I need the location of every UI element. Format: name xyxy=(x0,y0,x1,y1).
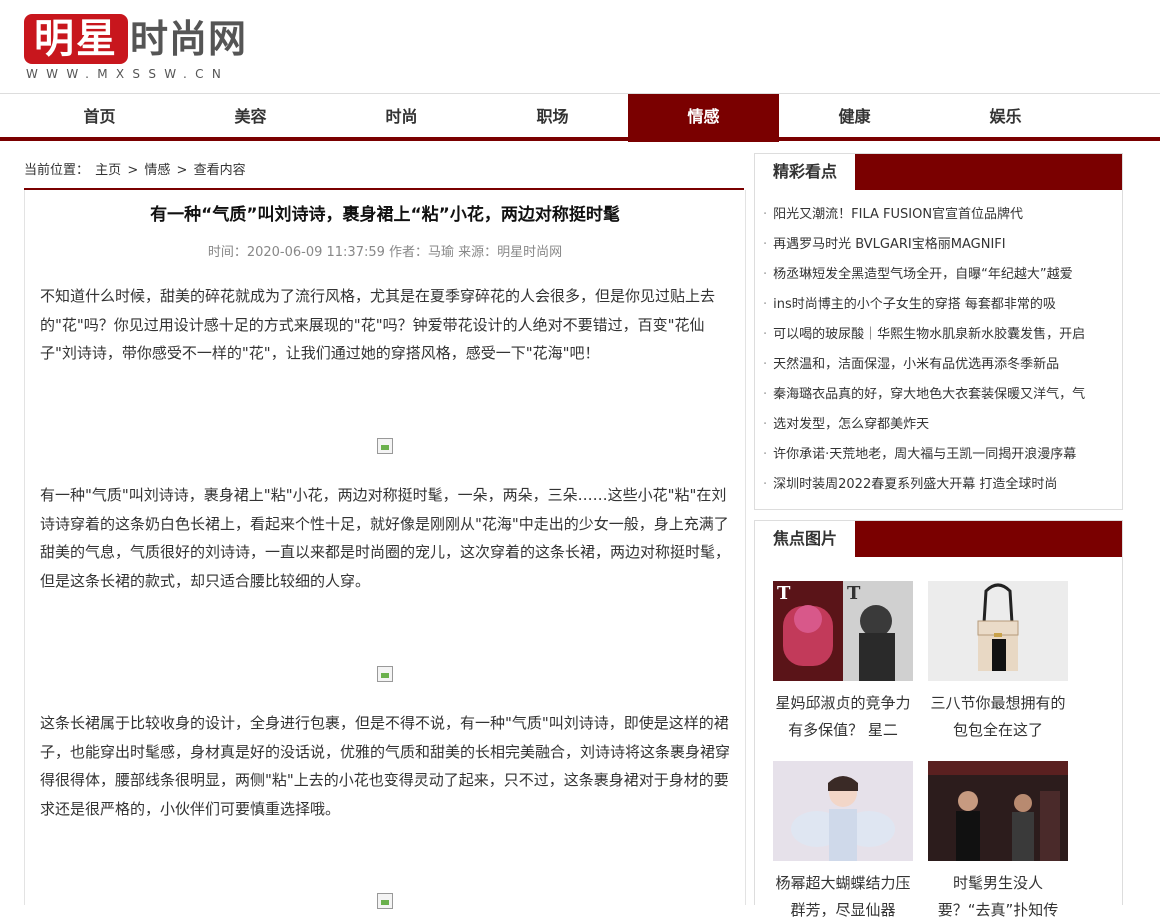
focus-pictures-panel: 焦点图片 T T 星妈邱淑贞的竞争力有多保值？ 星二 三八节你最想拥有的包包全在… xyxy=(754,520,1123,919)
focus-caption[interactable]: 杨幂超大蝴蝶结力压群芳，尽显仙器 xyxy=(773,870,913,924)
article-paragraph: 不知道什么时候，甜美的碎花就成为了流行风格，尤其是在夏季穿碎花的人会很多，但是你… xyxy=(40,287,716,362)
focus-card[interactable]: 杨幂超大蝴蝶结力压群芳，尽显仙器 xyxy=(773,761,913,924)
bullet-icon: · xyxy=(763,447,768,462)
highlights-header-band xyxy=(855,154,1122,190)
list-item[interactable]: · 杨丞琳短发全黑造型气场全开，自曝“年纪越大”越爱 xyxy=(763,260,1115,290)
focus-header-band xyxy=(855,521,1122,557)
list-item[interactable]: · 许你承诺·天荒地老，周大福与王凯一同揭开浪漫序幕 xyxy=(763,440,1115,470)
nav-item-emotion[interactable]: 情感 xyxy=(628,94,779,142)
broken-image-icon xyxy=(377,666,393,682)
bullet-icon: · xyxy=(763,357,768,372)
news-link[interactable]: 杨丞琳短发全黑造型气场全开，自曝“年纪越大”越爱 xyxy=(773,267,1072,282)
broken-image-icon xyxy=(377,893,393,909)
bullet-icon: · xyxy=(763,327,768,342)
runway-show-image[interactable] xyxy=(928,761,1068,861)
site-header: 明星 时尚网 WWW.MXSSW.CN xyxy=(0,0,1160,93)
news-link[interactable]: 许你承诺·天荒地老，周大福与王凯一同揭开浪漫序幕 xyxy=(773,447,1076,462)
article-paragraph: 这条长裙属于比较收身的设计，全身进行包裹，但是不得不说，有一种"气质"叫刘诗诗，… xyxy=(40,714,731,818)
nav-item-fashion[interactable]: 时尚 xyxy=(326,94,477,139)
highlights-title: 精彩看点 xyxy=(755,154,855,190)
logo-url: WWW.MXSSW.CN xyxy=(26,67,230,81)
celebrity-photo-image[interactable] xyxy=(773,761,913,861)
news-link[interactable]: 阳光又潮流！FILA FUSION官宣首位品牌代 xyxy=(773,207,1023,222)
bullet-icon: · xyxy=(763,237,768,252)
breadcrumb: 当前位置： 主页 > 情感 > 查看内容 xyxy=(24,160,744,190)
nav-item-home[interactable]: 首页 xyxy=(24,94,175,139)
bullet-icon: · xyxy=(763,417,768,432)
list-item[interactable]: · ins时尚博主的小个子女生的穿搭 每套都非常的吸 xyxy=(763,290,1115,320)
article: 有一种“气质”叫刘诗诗，裹身裙上“粘”小花，两边对称挺时髦 时间：2020-06… xyxy=(24,190,746,909)
focus-header: 焦点图片 xyxy=(755,521,1122,557)
breadcrumb-separator: > xyxy=(176,163,188,178)
list-item[interactable]: · 天然温和，洁面保湿，小米有品优选再添冬季新品 xyxy=(763,350,1115,380)
list-item[interactable]: · 阳光又潮流！FILA FUSION官宣首位品牌代 xyxy=(763,200,1115,230)
logo-mark: 明星 xyxy=(24,14,128,64)
nav-underline xyxy=(0,137,1160,141)
magazine-covers-image[interactable]: T T xyxy=(773,581,913,681)
bullet-icon: · xyxy=(763,207,768,222)
focus-card[interactable]: 时髦男生没人要？“去真”扑知传 xyxy=(928,761,1068,924)
list-item[interactable]: · 可以喝的玻尿酸｜华熙生物水肌泉新水胶囊发售，开启 xyxy=(763,320,1115,350)
svg-text:T: T xyxy=(777,583,791,604)
news-link[interactable]: 深圳时装周2022春夏系列盛大开幕 打造全球时尚 xyxy=(773,477,1057,492)
news-link[interactable]: 可以喝的玻尿酸｜华熙生物水肌泉新水胶囊发售，开启 xyxy=(773,327,1085,342)
news-link[interactable]: 再遇罗马时光 BVLGARI宝格丽MAGNIFI xyxy=(773,237,1005,252)
news-link[interactable]: 选对发型，怎么穿都美炸天 xyxy=(773,417,929,432)
article-meta: 时间：2020-06-09 11:37:59 作者：马瑜 来源：明星时尚网 xyxy=(207,245,563,260)
focus-caption[interactable]: 时髦男生没人要？“去真”扑知传 xyxy=(928,870,1068,924)
focus-card[interactable]: T T 星妈邱淑贞的竞争力有多保值？ 星二 xyxy=(773,581,913,744)
bullet-icon: · xyxy=(763,297,768,312)
site-logo[interactable]: 明星 时尚网 WWW.MXSSW.CN xyxy=(24,14,284,84)
focus-card[interactable]: 三八节你最想拥有的包包全在这了 xyxy=(928,581,1068,744)
nav-item-entertainment[interactable]: 娱乐 xyxy=(930,94,1081,139)
breadcrumb-category-link[interactable]: 情感 xyxy=(144,163,170,178)
list-item[interactable]: · 再遇罗马时光 BVLGARI宝格丽MAGNIFI xyxy=(763,230,1115,260)
main-nav: 首页 美容 时尚 职场 情感 健康 娱乐 xyxy=(0,93,1160,142)
logo-wordmark: 时尚网 xyxy=(130,17,248,61)
svg-text:T: T xyxy=(847,583,861,604)
list-item[interactable]: · 秦海璐衣品真的好，穿大地色大衣套装保暖又洋气，气 xyxy=(763,380,1115,410)
news-link[interactable]: 天然温和，洁面保湿，小米有品优选再添冬季新品 xyxy=(773,357,1059,372)
bullet-icon: · xyxy=(763,267,768,282)
breadcrumb-prefix: 当前位置： xyxy=(24,163,90,178)
focus-caption[interactable]: 三八节你最想拥有的包包全在这了 xyxy=(928,690,1068,744)
broken-image-icon xyxy=(377,438,393,454)
handbag-image[interactable] xyxy=(928,581,1068,681)
focus-title: 焦点图片 xyxy=(755,521,855,557)
bullet-icon: · xyxy=(763,387,768,402)
breadcrumb-current: 查看内容 xyxy=(193,163,246,178)
nav-item-career[interactable]: 职场 xyxy=(477,94,628,139)
list-item[interactable]: · 深圳时装周2022春夏系列盛大开幕 打造全球时尚 xyxy=(763,470,1115,500)
breadcrumb-home-link[interactable]: 主页 xyxy=(95,163,121,178)
nav-item-beauty[interactable]: 美容 xyxy=(175,94,326,139)
highlights-list: · 阳光又潮流！FILA FUSION官宣首位品牌代 · 再遇罗马时光 BVLGAR… xyxy=(763,200,1115,500)
news-link[interactable]: ins时尚博主的小个子女生的穿搭 每套都非常的吸 xyxy=(773,297,1056,312)
article-title: 有一种“气质”叫刘诗诗，裹身裙上“粘”小花，两边对称挺时髦 xyxy=(150,205,620,225)
article-paragraph: 有一种"气质"叫刘诗诗，裹身裙上"粘"小花，两边对称挺时髦，一朵，两朵，三朵……… xyxy=(40,486,731,590)
nav-item-health[interactable]: 健康 xyxy=(779,94,930,139)
list-item[interactable]: · 选对发型，怎么穿都美炸天 xyxy=(763,410,1115,440)
highlights-panel: 精彩看点 · 阳光又潮流！FILA FUSION官宣首位品牌代 · 再遇罗马时光 B… xyxy=(754,153,1123,510)
highlights-header: 精彩看点 xyxy=(755,154,1122,190)
focus-caption[interactable]: 星妈邱淑贞的竞争力有多保值？ 星二 xyxy=(773,690,913,744)
news-link[interactable]: 秦海璐衣品真的好，穿大地色大衣套装保暖又洋气，气 xyxy=(773,387,1085,402)
bullet-icon: · xyxy=(763,477,768,492)
breadcrumb-separator: > xyxy=(127,163,139,178)
